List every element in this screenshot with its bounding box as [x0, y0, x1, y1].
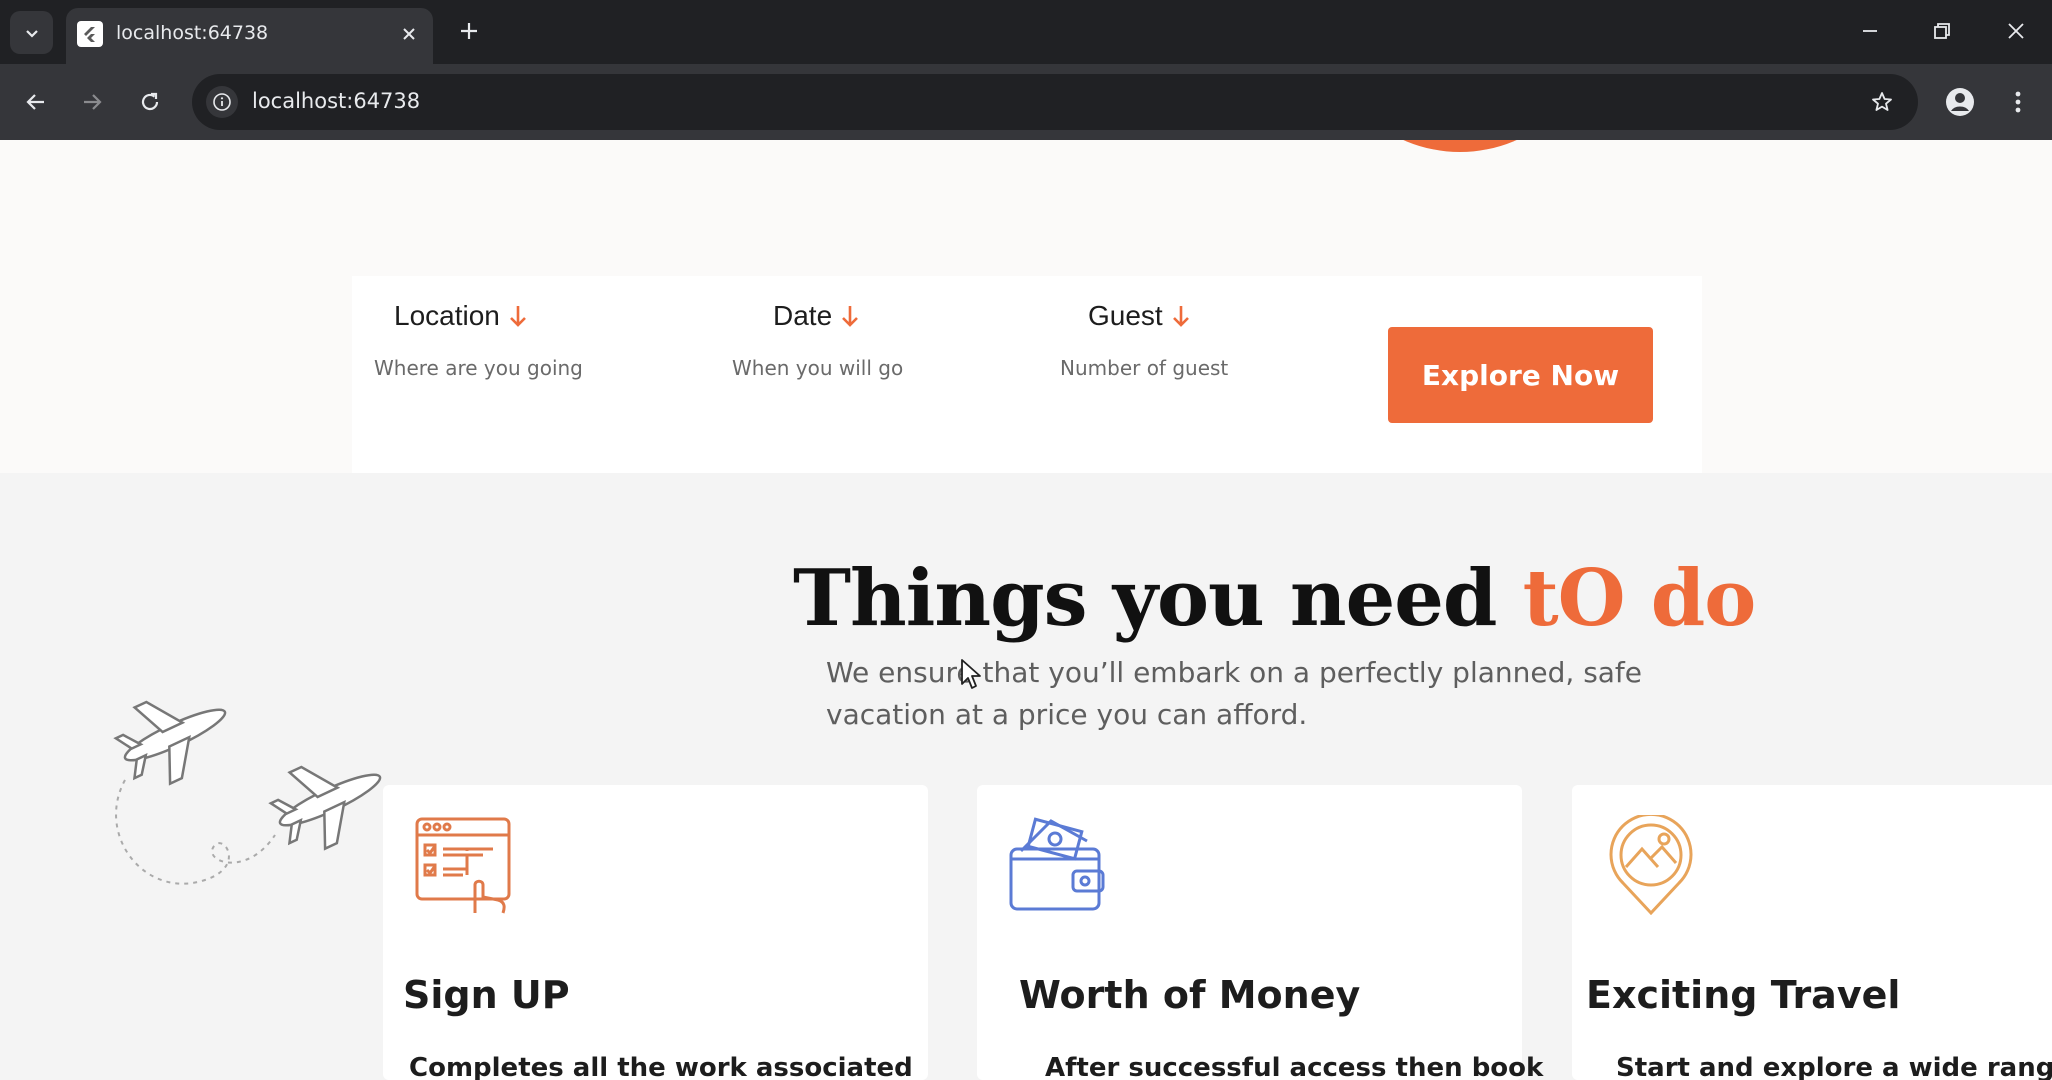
tab-close-icon[interactable] [395, 20, 423, 48]
card-text: Completes all the work associated [409, 1053, 913, 1080]
decorative-orange-shape [1320, 140, 1600, 152]
feature-card-money: Worth of Money After successful access t… [977, 785, 1543, 1080]
tab-title: localhost:64738 [116, 22, 269, 44]
explore-now-button[interactable]: Explore Now [1388, 327, 1653, 423]
arrow-down-icon [842, 306, 859, 327]
minimize-button[interactable] [1848, 11, 1892, 51]
bookmark-star-icon[interactable] [1866, 86, 1898, 118]
heading-accent: tO do [1522, 553, 1757, 644]
section-heading: Things you need tO do [793, 553, 1757, 644]
location-label: Location [394, 300, 500, 331]
card-title: Exciting Travel [1586, 973, 1901, 1017]
browser-tabbar: localhost:64738 [0, 0, 2052, 64]
checklist-click-icon [413, 815, 513, 919]
address-bar[interactable]: localhost:64738 [192, 74, 1918, 130]
date-hint[interactable]: When you will go [732, 356, 903, 380]
restore-icon [1934, 23, 1950, 39]
card-title: Worth of Money [1019, 973, 1361, 1017]
browser-toolbar: localhost:64738 [0, 64, 2052, 140]
new-tab-button[interactable] [452, 14, 486, 48]
location-field[interactable]: Location [394, 300, 530, 332]
wallet-icon [1007, 815, 1107, 919]
back-button[interactable] [16, 82, 56, 122]
profile-avatar-icon[interactable] [1940, 82, 1980, 122]
feature-card-signup: Sign UP Completes all the work associate… [383, 785, 928, 1080]
browser-tab[interactable]: localhost:64738 [66, 8, 433, 64]
card-title: Sign UP [403, 973, 570, 1017]
location-pin-icon [1608, 812, 1694, 919]
guest-field[interactable]: Guest [1088, 300, 1193, 332]
feature-card-travel: Exciting Travel Start and explore a wide… [1572, 785, 2052, 1080]
date-label: Date [773, 300, 833, 331]
plus-icon [461, 23, 477, 39]
browser-menu-icon[interactable] [1998, 82, 2038, 122]
arrow-down-icon [1172, 306, 1189, 327]
chevron-down-icon [25, 29, 38, 38]
close-icon [2008, 23, 2024, 39]
minimize-icon [1863, 30, 1877, 32]
site-info-icon[interactable] [206, 86, 238, 118]
arrow-left-icon [26, 94, 44, 110]
restore-button[interactable] [1920, 11, 1964, 51]
reload-button[interactable] [130, 82, 170, 122]
arrow-down-icon [509, 306, 526, 327]
forward-button[interactable] [72, 82, 112, 122]
section-subtext: We ensure that you’ll embark on a perfec… [826, 656, 1643, 731]
flutter-favicon-icon [77, 21, 103, 47]
location-hint[interactable]: Where are you going [374, 356, 583, 380]
guest-hint[interactable]: Number of guest [1060, 356, 1228, 380]
date-field[interactable]: Date [773, 300, 862, 332]
mouse-cursor-icon [960, 658, 982, 694]
url-text: localhost:64738 [252, 89, 421, 113]
web-page: Location Where are you going Date When y… [0, 140, 2052, 1080]
reload-icon [141, 92, 159, 111]
card-text: After successful access then book [1045, 1053, 1544, 1080]
arrow-right-icon [84, 94, 102, 110]
airplanes-illustration [105, 685, 395, 899]
card-text: Start and explore a wide range of [1616, 1053, 2052, 1080]
close-window-button[interactable] [1994, 11, 2038, 51]
guest-label: Guest [1088, 300, 1163, 331]
tab-search-button[interactable] [10, 11, 53, 54]
heading-main: Things you need [793, 553, 1523, 644]
